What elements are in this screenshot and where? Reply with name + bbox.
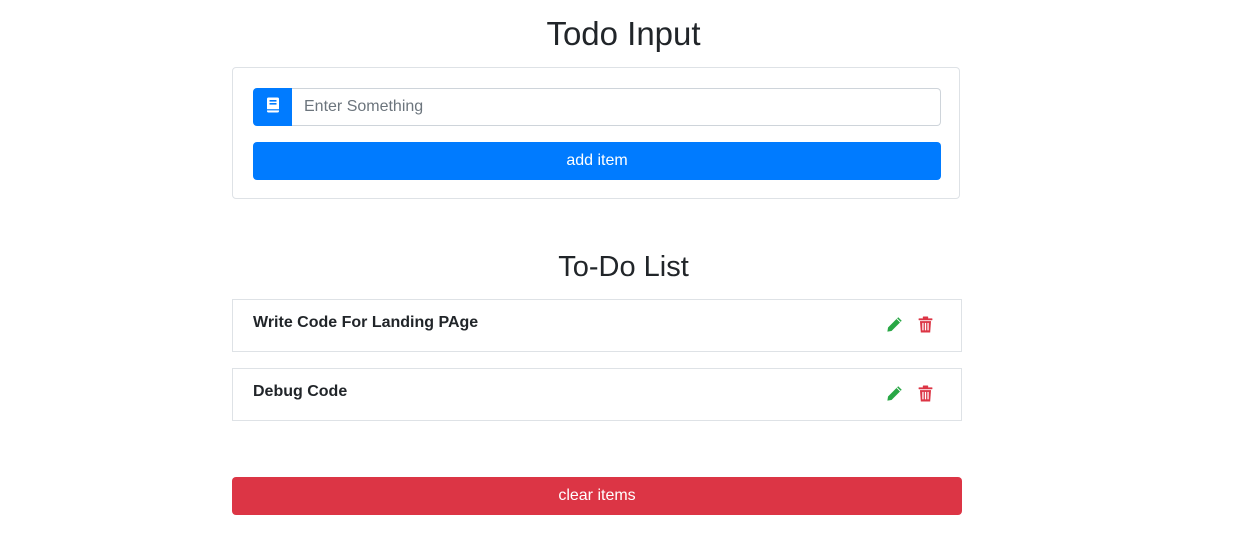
list-item-actions xyxy=(885,315,935,334)
todo-input-group xyxy=(253,88,941,126)
todo-text-input[interactable] xyxy=(292,88,941,126)
list-item-label: Write Code For Landing PAge xyxy=(253,314,479,331)
trash-icon[interactable] xyxy=(916,384,935,403)
todo-list-heading: To-Do List xyxy=(558,251,689,283)
list-item-label: Debug Code xyxy=(253,383,348,400)
trash-icon[interactable] xyxy=(916,315,935,334)
list-item: Debug Code xyxy=(232,368,962,421)
clear-items-button[interactable]: clear items xyxy=(232,477,962,515)
list-item: Write Code For Landing PAge xyxy=(232,299,962,352)
list-item-actions xyxy=(885,384,935,403)
pencil-icon[interactable] xyxy=(885,384,904,403)
book-icon xyxy=(266,97,280,118)
todo-app: Todo Input add item To-Do List Write Cod… xyxy=(0,0,1247,552)
add-item-button[interactable]: add item xyxy=(253,142,941,180)
todo-input-card: add item xyxy=(232,67,960,199)
todo-input-heading: Todo Input xyxy=(546,15,701,52)
input-prefix xyxy=(253,88,292,126)
pencil-icon[interactable] xyxy=(885,315,904,334)
